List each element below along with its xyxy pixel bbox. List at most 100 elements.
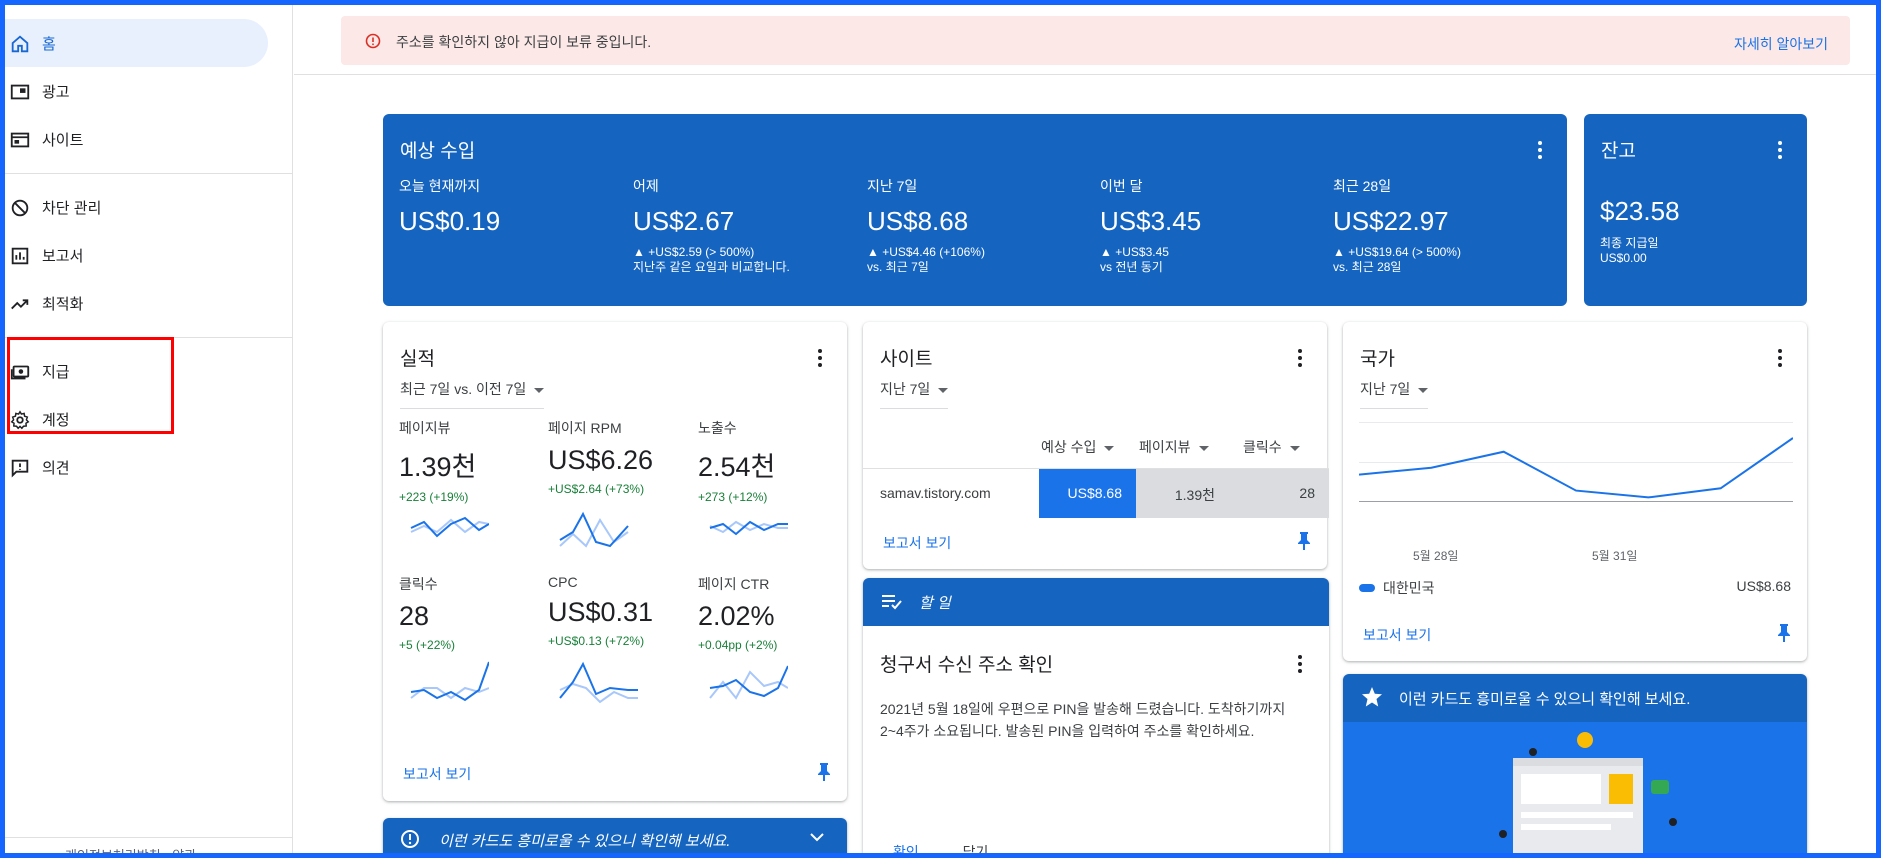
pin-icon[interactable] <box>1777 623 1791 643</box>
earnings-label: 이번 달 <box>1100 178 1143 194</box>
period-dropdown-value: 최근 7일 vs. 이전 7일 <box>400 381 527 397</box>
earnings-comparison: 지난주 같은 요일과 비교합니다. <box>633 260 790 274</box>
promo-card: 이런 카드도 흥미로울 수 있으니 확인해 보세요. <box>1343 674 1807 858</box>
todo-title: 청구서 수신 주소 확인 <box>880 655 1054 676</box>
metric-clicks: 클릭수 28 +5 (+22%) <box>399 574 539 652</box>
annotation-highlight <box>7 337 174 434</box>
earnings-delta: ▲ +US$19.64 (> 500%) <box>1333 245 1461 259</box>
block-icon <box>11 199 29 217</box>
period-dropdown-value: 지난 7일 <box>880 381 931 397</box>
earnings-value: US$22.97 <box>1333 206 1449 236</box>
chevron-down-icon[interactable] <box>809 832 825 842</box>
header-divider <box>294 74 1876 75</box>
earnings-comparison: vs. 최근 28일 <box>1333 260 1402 274</box>
sidebar-item-sites[interactable]: 사이트 <box>5 115 268 163</box>
metric-label: 페이지뷰 <box>399 420 451 436</box>
sidebar-footer-links[interactable]: 개인정보처리방침 · 약관 <box>65 845 245 857</box>
sidebar-item-optimization[interactable]: 최적화 <box>5 279 268 327</box>
period-dropdown[interactable]: 최근 7일 vs. 이전 7일 <box>400 379 545 409</box>
last-payment-value: US$0.00 <box>1600 251 1647 265</box>
metric-impressions: 노출수 2.54천 +273 (+12%) <box>698 418 838 504</box>
learn-more-link[interactable]: 자세히 알아보기 <box>1734 34 1828 54</box>
earnings-delta: ▲ +US$4.46 (+106%) <box>867 245 985 259</box>
more-options-icon[interactable] <box>1777 141 1783 159</box>
sidebar-divider <box>5 173 293 174</box>
alert-message: 주소를 확인하지 않아 지급이 보류 중입니다. <box>396 34 652 50</box>
caret-down-icon <box>1418 387 1429 393</box>
more-options-icon[interactable] <box>1537 141 1543 159</box>
x-tick-label: 5월 31일 <box>1592 549 1638 563</box>
card-title: 국가 <box>1360 349 1395 370</box>
card-title: 잔고 <box>1601 141 1636 162</box>
sidebar-item-home[interactable]: 홈 <box>5 19 268 67</box>
sparkline-pageviews <box>410 516 489 538</box>
promo-text: 이런 카드도 흥미로울 수 있으니 확인해 보세요. <box>439 833 731 850</box>
view-report-link[interactable]: 보고서 보기 <box>883 533 951 553</box>
lightbulb-icon <box>401 830 419 848</box>
earnings-comparison: vs 전년 동기 <box>1100 260 1163 274</box>
todo-body: 2021년 5월 18일에 우편으로 PIN을 발송해 드렸습니다. 도착하기까… <box>880 701 1286 739</box>
error-icon <box>365 33 381 49</box>
sort-icon <box>1104 445 1115 451</box>
table-row[interactable]: samav.tistory.com US$8.68 1.39천 28 <box>863 468 1329 518</box>
earnings-value: US$3.45 <box>1100 206 1202 236</box>
earnings-comparison: vs. 최근 7일 <box>867 260 929 274</box>
more-options-icon[interactable] <box>1297 655 1303 673</box>
earnings-value: US$2.67 <box>633 206 735 236</box>
sidebar-item-ads[interactable]: 광고 <box>5 67 268 115</box>
card-title: 실적 <box>400 349 435 370</box>
site-earnings-cell: US$8.68 <box>1039 469 1136 518</box>
view-report-link[interactable]: 보고서 보기 <box>1363 625 1431 645</box>
earnings-value: US$0.19 <box>399 206 501 236</box>
metric-cpc: CPC US$0.31 +US$0.13 (+72%) <box>548 574 688 648</box>
metric-page-rpm: 페이지 RPM US$6.26 +US$2.64 (+73%) <box>548 418 688 496</box>
promo-banner-bottom: 이런 카드도 흥미로울 수 있으니 확인해 보세요. <box>383 818 847 858</box>
confirm-button[interactable]: 확인 <box>893 844 919 858</box>
pin-icon[interactable] <box>817 762 831 782</box>
earnings-delta: ▲ +US$3.45 <box>1100 245 1169 259</box>
column-header-pageviews[interactable]: 페이지뷰 <box>1139 437 1209 457</box>
sparkline-page-rpm <box>559 511 629 548</box>
sidebar-item-blocking[interactable]: 차단 관리 <box>5 183 268 231</box>
site-pageviews-cell: 1.39천 <box>1136 469 1241 518</box>
metric-delta: +US$0.13 (+72%) <box>548 634 645 648</box>
earnings-yesterday: 어제 US$2.67 ▲ +US$2.59 (> 500%) 지난주 같은 요일과… <box>633 176 853 275</box>
dismiss-button[interactable]: 닫기 <box>963 844 989 858</box>
column-header-earnings[interactable]: 예상 수입 <box>1041 437 1115 457</box>
payment-hold-alert: 주소를 확인하지 않아 지급이 보류 중입니다. 자세히 알아보기 <box>341 16 1850 65</box>
column-header-clicks[interactable]: 클릭수 <box>1243 437 1300 457</box>
todo-actions: 확인 닫기 <box>893 842 988 858</box>
view-report-link[interactable]: 보고서 보기 <box>403 764 471 784</box>
site-name: samav.tistory.com <box>880 485 991 501</box>
sparkline-clicks <box>410 661 489 702</box>
sidebar-item-label: 의견 <box>42 460 70 477</box>
period-dropdown[interactable]: 지난 7일 <box>1360 379 1429 409</box>
period-dropdown[interactable]: 지난 7일 <box>880 379 949 409</box>
metric-label: 페이지 RPM <box>548 420 622 436</box>
sidebar-item-label: 홈 <box>42 36 56 53</box>
period-dropdown-value: 지난 7일 <box>1360 381 1411 397</box>
ads-icon <box>10 84 30 100</box>
site-clicks-cell: 28 <box>1241 469 1329 518</box>
caret-down-icon <box>938 387 949 393</box>
metric-page-ctr: 페이지 CTR 2.02% +0.04pp (+2%) <box>698 574 838 652</box>
metric-value: 2.02% <box>698 601 775 631</box>
reports-icon <box>11 247 29 265</box>
more-options-icon[interactable] <box>817 349 823 367</box>
trending-up-icon <box>11 299 29 310</box>
more-options-icon[interactable] <box>1777 349 1783 367</box>
metric-label: CPC <box>548 574 578 590</box>
home-icon <box>11 35 29 53</box>
sidebar-item-label: 사이트 <box>42 132 84 149</box>
sidebar-item-feedback[interactable]: 의견 <box>5 443 268 491</box>
metric-label: 클릭수 <box>399 576 438 592</box>
sidebar-item-reports[interactable]: 보고서 <box>5 231 268 279</box>
sidebar-divider <box>5 837 293 838</box>
earnings-last-7-days: 지난 7일 US$8.68 ▲ +US$4.46 (+106%) vs. 최근 7… <box>867 176 1087 275</box>
metric-label: 노출수 <box>698 420 737 436</box>
sites-card: 사이트 지난 7일 예상 수입 페이지뷰 클릭수 samav.tistory.c… <box>863 322 1329 569</box>
metric-value: US$6.26 <box>548 445 654 475</box>
more-options-icon[interactable] <box>1297 349 1303 367</box>
earnings-label: 최근 28일 <box>1333 178 1392 194</box>
pin-icon[interactable] <box>1297 531 1311 551</box>
